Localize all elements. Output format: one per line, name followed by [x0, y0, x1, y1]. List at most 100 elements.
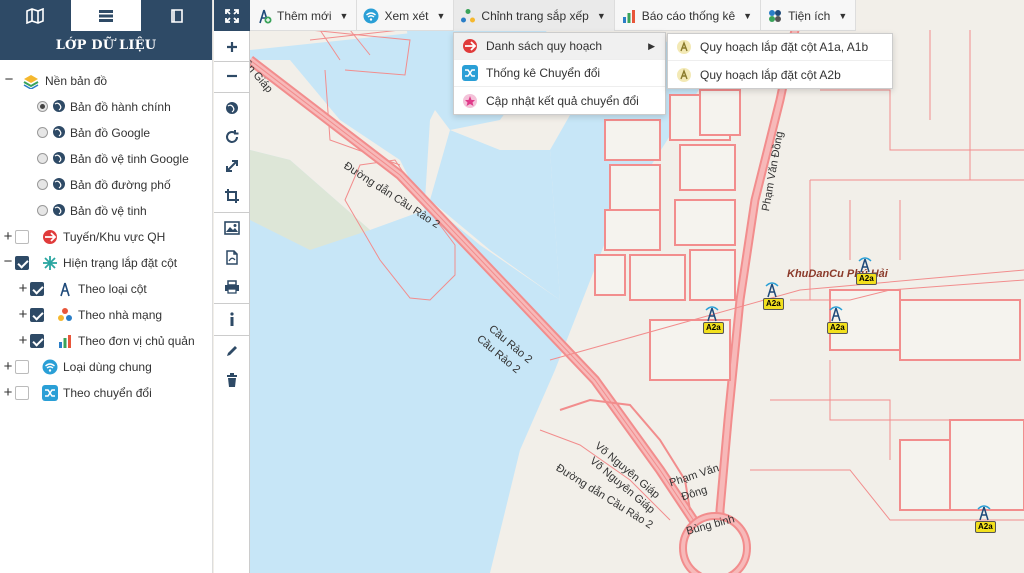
radio-button[interactable]: [37, 127, 48, 138]
layer-panel: LỚP DỮ LIỆU − Nền bản đồ Bản đồ hành chí…: [0, 0, 213, 573]
pole-marker[interactable]: A2a: [826, 306, 848, 334]
menu-reports[interactable]: Báo cáo thống kê ▼: [615, 0, 762, 31]
shuffle-icon: [42, 385, 58, 401]
recycle-icon: [460, 8, 476, 24]
layer-checkbox[interactable]: [30, 308, 44, 322]
pole-marker-badge: A2a: [763, 298, 784, 310]
pdf-file-icon: [226, 249, 238, 265]
submenu-item-a1a-a1b[interactable]: Quy hoạch lắp đặt cột A1a, A1b: [668, 34, 892, 61]
expand-icon[interactable]: +: [18, 281, 28, 296]
tab-layers[interactable]: [70, 0, 142, 31]
caret-down-icon: ▼: [743, 10, 753, 21]
base-map-label: Bản đồ hành chính: [70, 100, 171, 114]
fullscreen-icon: [225, 8, 239, 23]
menu-item-update-results[interactable]: Cập nhật kết quả chuyển đổi: [454, 87, 665, 114]
submenu-item-a2b[interactable]: Quy hoạch lắp đặt cột A2b: [668, 61, 892, 88]
expand-extent-button[interactable]: [214, 152, 250, 180]
zoom-out-button[interactable]: [214, 62, 250, 90]
info-button[interactable]: [214, 305, 250, 333]
layer-checkbox[interactable]: [15, 386, 29, 400]
zoom-in-button[interactable]: [214, 33, 250, 61]
collapse-icon[interactable]: −: [3, 254, 13, 269]
base-map-option[interactable]: Bản đồ Google: [0, 120, 212, 146]
pole-marker[interactable]: A2a: [762, 282, 784, 310]
expand-icon[interactable]: +: [18, 307, 28, 322]
edit-button[interactable]: [214, 337, 250, 365]
bar-chart-icon: [621, 8, 637, 24]
fullscreen-button[interactable]: [214, 0, 250, 31]
expand-icon[interactable]: +: [3, 359, 13, 374]
radio-button[interactable]: [37, 205, 48, 216]
layers-stack-icon: [23, 73, 39, 90]
menu-utilities[interactable]: Tiện ích ▼: [761, 0, 857, 31]
layer-label: Hiện trạng lắp đặt cột: [63, 256, 178, 270]
caret-down-icon: ▼: [436, 10, 446, 21]
base-maps-label: Nền bản đồ: [45, 74, 108, 88]
pole-marker[interactable]: A2a: [702, 306, 724, 334]
collapse-icon[interactable]: −: [4, 72, 14, 87]
delete-button[interactable]: [214, 366, 250, 394]
minus-icon: [227, 74, 237, 78]
pdf-export-button[interactable]: [214, 243, 250, 271]
layer-group-base-maps: − Nền bản đồ: [0, 68, 212, 94]
planning-icon: [676, 67, 692, 83]
globe-icon: [52, 177, 68, 193]
layer-checkbox[interactable]: [15, 360, 29, 374]
menu-label: Báo cáo thống kê: [641, 8, 736, 23]
layer-by-pole-type: + Theo loại cột: [0, 276, 212, 302]
base-map-option[interactable]: Bản đồ đường phố: [0, 172, 212, 198]
base-map-option[interactable]: Bản đồ hành chính: [0, 94, 212, 120]
layer-checkbox[interactable]: [30, 282, 44, 296]
pole-marker[interactable]: A2a: [974, 505, 996, 533]
trash-icon: [227, 373, 237, 387]
utilities-icon: [767, 8, 783, 24]
layer-label: Tuyến/Khu vực QH: [63, 230, 166, 244]
layer-checkbox[interactable]: [15, 256, 29, 270]
map-icon: [26, 7, 45, 24]
update-icon: [462, 93, 478, 109]
expand-icon[interactable]: +: [18, 333, 28, 348]
menu-item-planning-list[interactable]: Danh sách quy hoạch ▶: [454, 33, 665, 60]
menu-review[interactable]: Xem xét ▼: [357, 0, 455, 31]
expand-arrows-icon: [226, 160, 238, 172]
globe-button[interactable]: [214, 94, 250, 122]
radio-button[interactable]: [37, 101, 48, 112]
pole-marker-badge: A2a: [975, 521, 996, 533]
menu-label: Thêm mới: [277, 8, 332, 23]
planning-submenu: Quy hoạch lắp đặt cột A1a, A1b Quy hoạch…: [667, 33, 893, 89]
expand-icon[interactable]: +: [3, 229, 13, 244]
caret-right-icon: ▶: [648, 40, 655, 51]
plus-icon: [227, 42, 237, 52]
globe-icon: [52, 125, 68, 141]
panel-tabs: [0, 0, 212, 31]
antenna-icon: [256, 8, 272, 24]
layer-checkbox[interactable]: [30, 334, 44, 348]
route-icon: [42, 229, 58, 245]
globe-icon: [226, 102, 238, 114]
layer-checkbox[interactable]: [15, 230, 29, 244]
tab-book[interactable]: [141, 0, 212, 31]
crop-button[interactable]: [214, 182, 250, 210]
radio-button[interactable]: [37, 179, 48, 190]
menu-item-label: Cập nhật kết quả chuyển đổi: [486, 93, 639, 108]
menu-item-label: Danh sách quy hoạch: [486, 39, 603, 53]
menu-rearrange[interactable]: Chỉnh trang sắp xếp ▼: [454, 0, 615, 31]
layer-tree: − Nền bản đồ Bản đồ hành chính Bản đồ Go…: [0, 60, 212, 406]
base-map-option[interactable]: Bản đồ vệ tinh: [0, 198, 212, 224]
base-map-option[interactable]: Bản đồ vệ tinh Google: [0, 146, 212, 172]
tab-map[interactable]: [0, 0, 71, 31]
menu-add-new[interactable]: Thêm mới ▼: [250, 0, 358, 31]
caret-down-icon: ▼: [838, 10, 848, 21]
map-tools-bar: [214, 0, 250, 573]
rearrange-dropdown: Danh sách quy hoạch ▶ Thống kê Chuyển đổ…: [453, 32, 666, 115]
menu-item-conversion-stats[interactable]: Thống kê Chuyển đổi: [454, 60, 665, 87]
refresh-button[interactable]: [214, 123, 250, 151]
radio-button[interactable]: [37, 153, 48, 164]
pole-marker[interactable]: A2a: [855, 257, 877, 285]
print-button[interactable]: [214, 273, 250, 301]
layer-label: Theo loại cột: [78, 282, 147, 296]
image-icon: [224, 221, 240, 235]
submenu-item-label: Quy hoạch lắp đặt cột A2b: [700, 67, 841, 82]
expand-icon[interactable]: +: [3, 385, 13, 400]
image-export-button[interactable]: [214, 214, 250, 242]
